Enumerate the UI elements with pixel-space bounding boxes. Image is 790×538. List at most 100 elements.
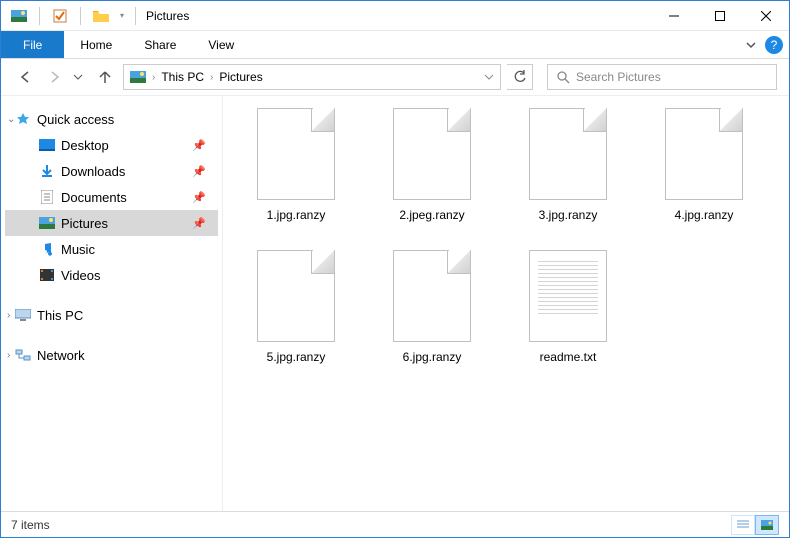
- tree-videos[interactable]: Videos: [5, 262, 218, 288]
- up-button[interactable]: [93, 65, 117, 89]
- ribbon: File Home Share View ?: [1, 31, 789, 59]
- pictures-icon: [39, 215, 55, 231]
- separator: [39, 7, 40, 25]
- close-button[interactable]: [743, 1, 789, 31]
- file-tab[interactable]: File: [1, 31, 64, 58]
- tab-home[interactable]: Home: [64, 31, 128, 58]
- tree-quick-access[interactable]: ⌄ Quick access: [5, 106, 218, 132]
- tree-label: Desktop: [61, 138, 109, 153]
- chevron-right-icon[interactable]: ›: [210, 72, 213, 83]
- file-label: readme.txt: [540, 350, 597, 364]
- file-item[interactable]: 6.jpg.ranzy: [367, 250, 497, 364]
- downloads-icon: [39, 163, 55, 179]
- addr-dropdown-icon[interactable]: [484, 72, 494, 82]
- text-file-icon: [529, 250, 607, 342]
- tree-label: Pictures: [61, 216, 108, 231]
- window-controls: [651, 1, 789, 31]
- tab-share[interactable]: Share: [128, 31, 192, 58]
- file-label: 3.jpg.ranzy: [539, 208, 598, 222]
- qat-dropdown-icon[interactable]: ▾: [115, 5, 129, 27]
- search-placeholder: Search Pictures: [576, 70, 661, 84]
- minimize-button[interactable]: [651, 1, 697, 31]
- statusbar: 7 items: [1, 511, 789, 537]
- tab-view[interactable]: View: [192, 31, 250, 58]
- file-grid: 1.jpg.ranzy 2.jpeg.ranzy 3.jpg.ranzy 4.jpg.…: [231, 108, 781, 364]
- file-item[interactable]: 5.jpg.ranzy: [231, 250, 361, 364]
- desktop-icon: [39, 137, 55, 153]
- file-label: 5.jpg.ranzy: [267, 350, 326, 364]
- music-icon: [39, 241, 55, 257]
- pin-icon: 📌: [192, 165, 206, 178]
- item-count: 7 items: [11, 518, 50, 532]
- tree-network[interactable]: › Network: [5, 342, 218, 368]
- help-button[interactable]: ?: [765, 36, 783, 54]
- thumbnails-view-button[interactable]: [755, 515, 779, 535]
- separator: [135, 7, 136, 25]
- file-item[interactable]: 4.jpg.ranzy: [639, 108, 769, 222]
- pin-icon: 📌: [192, 217, 206, 230]
- chevron-right-icon[interactable]: ›: [7, 350, 10, 361]
- tree-pictures[interactable]: Pictures 📌: [5, 210, 218, 236]
- search-icon: [556, 70, 570, 84]
- file-item[interactable]: 2.jpeg.ranzy: [367, 108, 497, 222]
- titlebar: ▾ Pictures: [1, 1, 789, 31]
- refresh-button[interactable]: [507, 64, 533, 90]
- generic-file-icon: [529, 108, 607, 200]
- tree-label: Downloads: [61, 164, 125, 179]
- pin-icon: 📌: [192, 139, 206, 152]
- history-dropdown-icon[interactable]: [73, 72, 83, 82]
- address-bar[interactable]: › This PC › Pictures: [123, 64, 501, 90]
- tree-desktop[interactable]: Desktop 📌: [5, 132, 218, 158]
- tree-label: Documents: [61, 190, 127, 205]
- videos-icon: [39, 267, 55, 283]
- network-icon: [15, 347, 31, 363]
- body-area: ⌄ Quick access Desktop 📌 Downloads 📌 Doc: [1, 95, 789, 511]
- back-button[interactable]: [13, 65, 37, 89]
- file-item[interactable]: 1.jpg.ranzy: [231, 108, 361, 222]
- breadcrumb-pictures[interactable]: Pictures: [219, 70, 262, 84]
- file-label: 1.jpg.ranzy: [267, 208, 326, 222]
- star-icon: [15, 111, 31, 127]
- file-label: 4.jpg.ranzy: [675, 208, 734, 222]
- tree-label: Network: [37, 348, 85, 363]
- address-toolbar: › This PC › Pictures Search Pictures: [1, 59, 789, 95]
- new-folder-icon[interactable]: [89, 5, 113, 27]
- file-label: 2.jpeg.ranzy: [399, 208, 464, 222]
- generic-file-icon: [393, 250, 471, 342]
- generic-file-icon: [393, 108, 471, 200]
- documents-icon: [39, 189, 55, 205]
- search-input[interactable]: Search Pictures: [547, 64, 777, 90]
- tree-music[interactable]: Music: [5, 236, 218, 262]
- content-pane[interactable]: 1.jpg.ranzy 2.jpeg.ranzy 3.jpg.ranzy 4.jpg.…: [223, 96, 789, 511]
- navigation-pane: ⌄ Quick access Desktop 📌 Downloads 📌 Doc: [1, 96, 223, 511]
- quick-access-toolbar: ▾: [7, 5, 129, 27]
- expand-ribbon-icon[interactable]: [745, 39, 757, 51]
- forward-button[interactable]: [43, 65, 67, 89]
- file-label: 6.jpg.ranzy: [403, 350, 462, 364]
- generic-file-icon: [665, 108, 743, 200]
- tree-downloads[interactable]: Downloads 📌: [5, 158, 218, 184]
- chevron-right-icon[interactable]: ›: [152, 72, 155, 83]
- tree-label: Quick access: [37, 112, 114, 127]
- this-pc-icon: [15, 307, 31, 323]
- separator: [80, 7, 81, 25]
- tree-this-pc[interactable]: › This PC: [5, 302, 218, 328]
- breadcrumb-this-pc[interactable]: This PC: [161, 70, 204, 84]
- chevron-right-icon[interactable]: ›: [7, 310, 10, 321]
- pictures-folder-icon: [130, 69, 146, 85]
- file-item[interactable]: readme.txt: [503, 250, 633, 364]
- app-icon[interactable]: [7, 5, 31, 27]
- tree-documents[interactable]: Documents 📌: [5, 184, 218, 210]
- details-view-button[interactable]: [731, 515, 755, 535]
- file-item[interactable]: 3.jpg.ranzy: [503, 108, 633, 222]
- generic-file-icon: [257, 108, 335, 200]
- window-title: Pictures: [146, 9, 189, 23]
- pin-icon: 📌: [192, 191, 206, 204]
- tree-label: Videos: [61, 268, 101, 283]
- maximize-button[interactable]: [697, 1, 743, 31]
- properties-icon[interactable]: [48, 5, 72, 27]
- generic-file-icon: [257, 250, 335, 342]
- explorer-window: ▾ Pictures File Home Share View ?: [0, 0, 790, 538]
- chevron-down-icon[interactable]: ⌄: [7, 114, 15, 125]
- tree-label: This PC: [37, 308, 83, 323]
